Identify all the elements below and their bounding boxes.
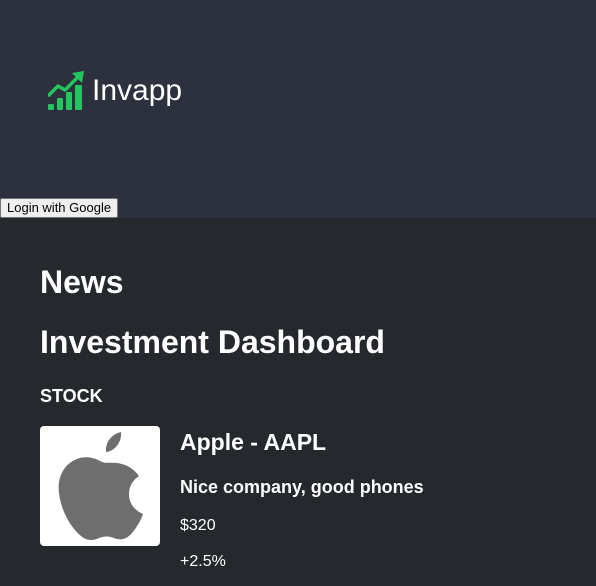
- stock-description: Nice company, good phones: [180, 477, 424, 497]
- stock-price: $320: [180, 517, 216, 534]
- stock-name: Apple - AAPL: [180, 429, 327, 455]
- apple-logo-icon: [58, 432, 144, 541]
- stock-change: +2.5%: [180, 553, 226, 570]
- stock-logo: [40, 426, 160, 546]
- news-heading: News: [40, 264, 124, 300]
- chart-growth-icon: [48, 71, 84, 110]
- section-label-stock: STOCK: [40, 386, 103, 406]
- login-with-google-button[interactable]: Login with Google: [0, 198, 119, 218]
- stock-card[interactable]: Apple - AAPL Nice company, good phones $…: [40, 426, 580, 586]
- brand-name: Invapp: [92, 74, 183, 107]
- header: Invapp Login with Google: [0, 0, 596, 218]
- page-title: Investment Dashboard: [40, 324, 385, 360]
- brand[interactable]: Invapp: [48, 70, 182, 112]
